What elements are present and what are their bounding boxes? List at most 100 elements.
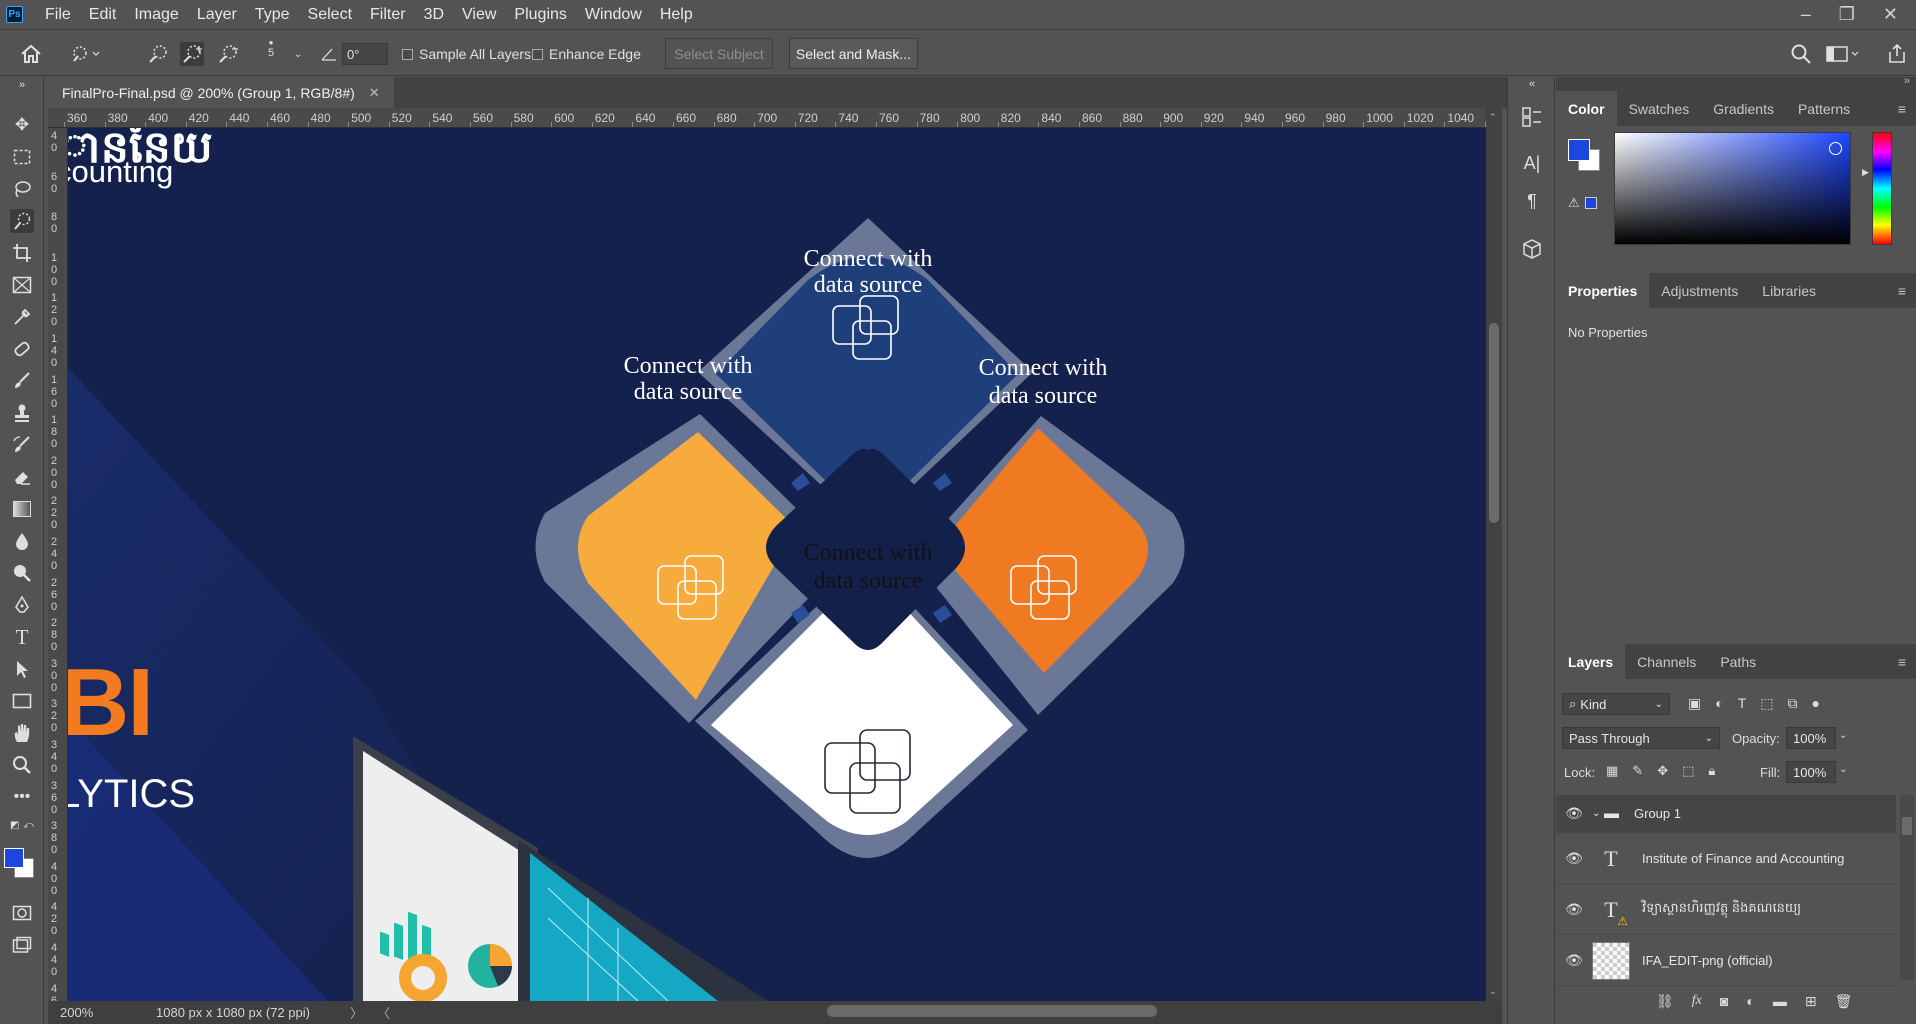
group-expand-chevron-icon[interactable]: ⌄: [1592, 808, 1604, 819]
scroll-down-icon[interactable]: ⌄: [1489, 986, 1497, 997]
menu-view[interactable]: View: [453, 0, 505, 29]
tab-color[interactable]: Color: [1556, 91, 1617, 126]
enhance-edge-checkbox[interactable]: Enhance Edge: [532, 42, 641, 66]
type-tool-icon[interactable]: T: [10, 625, 34, 649]
visibility-eye-icon[interactable]: 👁︎: [1556, 850, 1592, 867]
layer-row-image[interactable]: 👁︎ IFA_EDIT-png (official): [1556, 936, 1896, 986]
menu-window[interactable]: Window: [576, 0, 651, 29]
smart-object-filter-icon[interactable]: ⧉: [1788, 695, 1798, 712]
rectangle-tool-icon[interactable]: [10, 689, 34, 713]
visibility-eye-icon[interactable]: 👁︎: [1556, 901, 1592, 918]
tab-layers[interactable]: Layers: [1556, 644, 1626, 679]
foreground-color-swatch[interactable]: [4, 848, 24, 868]
adjustment-layer-filter-icon[interactable]: ◐: [1715, 695, 1723, 712]
fill-value[interactable]: 100%: [1786, 761, 1836, 783]
sample-all-layers-checkbox[interactable]: Sample All Layers: [402, 42, 531, 66]
3d-panel-icon[interactable]: [1520, 237, 1544, 261]
close-icon[interactable]: ✕: [369, 85, 380, 101]
move-tool-icon[interactable]: ✥: [10, 113, 34, 137]
paragraph-panel-icon[interactable]: ¶: [1520, 189, 1544, 213]
character-panel-icon[interactable]: A|: [1520, 151, 1544, 175]
chevron-down-icon[interactable]: ⌄: [1839, 764, 1847, 775]
quick-selection-tool-icon[interactable]: [10, 209, 34, 233]
shape-layer-filter-icon[interactable]: ⬚: [1760, 695, 1773, 712]
add-mask-icon[interactable]: ◙: [1720, 993, 1728, 1010]
lock-image-icon[interactable]: ✎: [1632, 763, 1643, 779]
select-and-mask-button[interactable]: Select and Mask...: [789, 38, 918, 69]
menu-layer[interactable]: Layer: [188, 0, 246, 29]
opacity-input[interactable]: 100%: [1786, 727, 1836, 749]
healing-brush-tool-icon[interactable]: [10, 337, 34, 361]
clone-stamp-tool-icon[interactable]: [10, 401, 34, 425]
document-info[interactable]: 1080 px x 1080 px (72 ppi): [156, 1005, 310, 1020]
gradient-tool-icon[interactable]: [10, 497, 34, 521]
lasso-tool-icon[interactable]: [10, 177, 34, 201]
default-colors-icon[interactable]: ◩ ⤺: [10, 817, 34, 833]
pixel-layer-filter-icon[interactable]: ▣: [1688, 695, 1701, 712]
layers-scroll-thumb[interactable]: [1902, 817, 1912, 835]
menu-filter[interactable]: Filter: [361, 0, 415, 29]
status-arrow-icon[interactable]: 〉: [350, 1003, 363, 1022]
document-tab[interactable]: FinalPro-Final.psd @ 200% (Group 1, RGB/…: [48, 77, 394, 108]
gamut-warning-icon[interactable]: ⚠: [1568, 195, 1580, 211]
search-icon[interactable]: [1790, 42, 1812, 66]
visibility-eye-icon[interactable]: 👁︎: [1556, 952, 1592, 969]
tab-swatches[interactable]: Swatches: [1617, 91, 1702, 126]
brush-tool-icon[interactable]: [10, 369, 34, 393]
color-field[interactable]: [1614, 132, 1851, 245]
color-panel-foreground-swatch[interactable]: [1568, 139, 1590, 161]
more-tools-icon[interactable]: •••: [10, 785, 34, 809]
color-picker-cursor[interactable]: [1829, 142, 1842, 155]
tab-libraries[interactable]: Libraries: [1750, 273, 1828, 308]
close-window-button[interactable]: ✕: [1883, 4, 1898, 25]
panel-menu-icon[interactable]: ≡: [1898, 654, 1906, 670]
pen-tool-icon[interactable]: [10, 593, 34, 617]
eyedropper-tool-icon[interactable]: [10, 305, 34, 329]
new-group-icon[interactable]: ▬: [1773, 993, 1787, 1010]
zoom-tool-icon[interactable]: [10, 753, 34, 777]
select-subject-button[interactable]: Select Subject: [665, 38, 773, 69]
frame-tool-icon[interactable]: [10, 273, 34, 297]
layer-name[interactable]: IFA_EDIT-png (official): [1642, 953, 1773, 968]
tab-properties[interactable]: Properties: [1556, 273, 1650, 308]
collapse-icon[interactable]: »: [1904, 75, 1910, 87]
tab-adjustments[interactable]: Adjustments: [1649, 273, 1750, 308]
quick-mask-icon[interactable]: [10, 901, 34, 925]
layers-scrollbar[interactable]: [1900, 795, 1914, 980]
menu-plugins[interactable]: Plugins: [505, 0, 575, 29]
chevron-down-icon[interactable]: ⌄: [1839, 730, 1847, 741]
tab-paths[interactable]: Paths: [1708, 644, 1768, 679]
restore-button[interactable]: ❐: [1839, 4, 1855, 25]
marquee-tool-icon[interactable]: [10, 145, 34, 169]
history-panel-icon[interactable]: [1520, 105, 1544, 129]
hue-slider-arrow-icon[interactable]: ▶: [1862, 167, 1869, 178]
zoom-level[interactable]: 200%: [60, 1005, 130, 1020]
eraser-tool-icon[interactable]: [10, 465, 34, 489]
expand-panel-icon[interactable]: »: [10, 79, 34, 91]
layer-row-text[interactable]: 👁︎ T Institute of Finance and Accounting: [1556, 834, 1896, 884]
web-color-swatch[interactable]: [1585, 197, 1597, 209]
visibility-eye-icon[interactable]: 👁︎: [1556, 805, 1592, 822]
vertical-scroll-thumb[interactable]: [1489, 323, 1499, 523]
blend-mode-select[interactable]: Pass Through ⌄: [1562, 727, 1720, 749]
collapse-panels-icon[interactable]: «: [1520, 77, 1544, 91]
delete-layer-icon[interactable]: 🗑︎: [1835, 993, 1853, 1010]
panel-menu-icon[interactable]: ≡: [1898, 101, 1906, 117]
subtract-from-selection-icon[interactable]: [216, 42, 240, 66]
fill-input[interactable]: 100%: [1786, 761, 1836, 783]
tab-channels[interactable]: Channels: [1625, 644, 1708, 679]
vertical-scrollbar[interactable]: ⌃ ⌄: [1486, 108, 1502, 1001]
path-selection-tool-icon[interactable]: [10, 657, 34, 681]
add-to-selection-icon[interactable]: [180, 42, 204, 66]
new-layer-icon[interactable]: ⊞: [1805, 993, 1817, 1010]
layer-row-group-1[interactable]: 👁︎ ⌄ ▬ Group 1: [1556, 795, 1896, 833]
link-layers-icon[interactable]: ⛓: [1656, 993, 1674, 1010]
lock-position-icon[interactable]: ✥: [1657, 763, 1668, 779]
chevron-down-icon[interactable]: ⌄: [294, 42, 302, 66]
tab-patterns[interactable]: Patterns: [1786, 91, 1862, 126]
layer-name[interactable]: Institute of Finance and Accounting: [1642, 851, 1844, 866]
scroll-up-icon[interactable]: ⌃: [1489, 112, 1497, 123]
layer-name[interactable]: Group 1: [1634, 806, 1681, 821]
fx-icon[interactable]: fx: [1692, 993, 1702, 1010]
lock-artboard-icon[interactable]: ⬚: [1682, 763, 1694, 779]
